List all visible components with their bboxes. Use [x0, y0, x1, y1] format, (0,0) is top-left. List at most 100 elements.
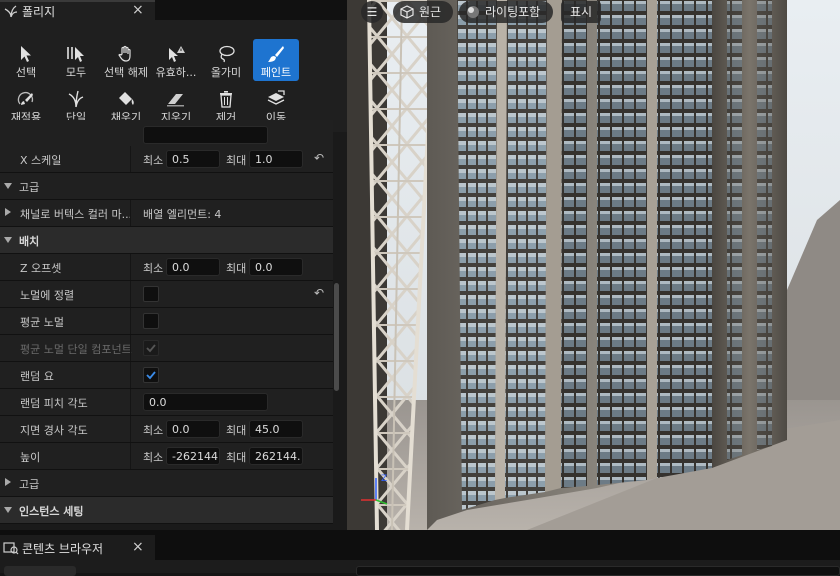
trash-icon [220, 91, 232, 108]
close-icon[interactable]: × [132, 2, 144, 18]
vertex-color-label: 채널로 버텍스 컬러 마... [20, 208, 133, 221]
align-to-normal-checkbox[interactable] [143, 286, 159, 302]
row-vertex-color-mask[interactable]: 채널로 버텍스 컬러 마... 배열 엘리먼트: 4 [0, 200, 333, 227]
lighting-label: 라이팅포함 [485, 5, 541, 19]
random-pitch-label: 랜덤 피치 각도 [20, 397, 88, 410]
average-normal-single-label: 평균 노멀 단일 컴포넌트 [20, 343, 132, 356]
height-min-input[interactable]: -262144 [166, 447, 220, 465]
move-layers-icon [267, 90, 285, 105]
row-average-normal: 평균 노멀 [0, 308, 333, 335]
checkmark-icon [146, 344, 156, 353]
ground-slope-max-input[interactable]: 45.0 [249, 420, 303, 438]
bucket-icon [119, 92, 134, 105]
tool-invalid[interactable]: 유효하... [153, 39, 199, 81]
cube-icon [400, 5, 414, 19]
menu-icon: ☰ [366, 5, 378, 19]
x-scale-min-input[interactable]: 0.5 [166, 150, 220, 168]
foliage-toolbar: 선택 모두 선택 해제 유효하... 올가미 페인트 재적용 단일 채우기 지우… [0, 20, 347, 132]
placement-label: 배치 [19, 235, 40, 248]
reset-icon[interactable]: ↶ [314, 151, 324, 165]
advanced-label: 고급 [19, 478, 40, 491]
expand-arrow-icon [4, 507, 12, 513]
content-browser-title: 콘텐츠 브라우저 [22, 542, 104, 556]
array-elements-value: 배열 엘리먼트: 4 [143, 208, 222, 221]
tab-content-browser[interactable]: 콘텐츠 브라우저 × [0, 535, 155, 560]
tool-lasso[interactable]: 올가미 [203, 39, 249, 81]
content-browser-toolbar [0, 560, 840, 576]
max-label: 최대 [226, 154, 247, 167]
x-scale-label: X 스케일 [20, 154, 62, 167]
row-height: 높이 최소 -262144 최대 262144. [0, 443, 333, 470]
ground-slope-min-input[interactable]: 0.0 [166, 420, 220, 438]
grass-icon [68, 90, 84, 108]
tool-paint[interactable]: 페인트 [253, 39, 299, 81]
category-instance-settings[interactable]: 인스턴스 세팅 [0, 497, 333, 524]
category-placement[interactable]: 배치 [0, 227, 333, 254]
show-label: 표시 [570, 5, 593, 19]
expand-arrow-icon [4, 183, 12, 189]
max-label: 최대 [226, 262, 247, 275]
details-row-partial [0, 120, 333, 147]
section-advanced-2[interactable]: 고급 [0, 470, 333, 497]
row-average-normal-single: 평균 노멀 단일 컴포넌트 [0, 335, 333, 362]
row-align-to-normal: 노멀에 정렬 ↶ [0, 281, 333, 308]
height-label: 높이 [20, 451, 41, 464]
gizmo-z-label: Z [381, 474, 387, 484]
foliage-panel: 폴리지 × 선택 모두 선택 해제 유효하... 올가미 페인트 재적용 단일 … [0, 0, 347, 530]
eraser-icon [167, 94, 184, 107]
reapply-brush-icon [17, 91, 34, 105]
foliage-icon [4, 4, 18, 21]
row-x-scale: X 스케일 최소 0.5 최대 1.0 ↶ [0, 146, 333, 173]
path-bar[interactable] [356, 566, 840, 576]
x-scale-max-input[interactable]: 1.0 [249, 150, 303, 168]
section-advanced[interactable]: 고급 [0, 173, 333, 200]
paintbrush-icon [268, 46, 284, 62]
reset-icon[interactable]: ↶ [314, 286, 324, 300]
tab-title: 폴리지 [22, 5, 56, 19]
details-scrollbar[interactable] [334, 283, 339, 391]
row-ground-slope: 지면 경사 각도 최소 0.0 최대 45.0 [0, 416, 333, 443]
min-label: 최소 [143, 262, 164, 275]
average-normal-label: 평균 노멀 [20, 316, 64, 329]
lighting-mode-button[interactable]: 라이팅포함 [459, 1, 553, 23]
random-pitch-input[interactable]: 0.0 [143, 393, 268, 411]
row-z-offset: Z 오프셋 최소 0.0 최대 0.0 [0, 254, 333, 281]
cursor-icon [21, 46, 31, 62]
close-icon[interactable]: × [132, 539, 144, 555]
max-label: 최대 [226, 451, 247, 464]
lasso-icon [219, 45, 235, 63]
content-browser-icon [3, 542, 19, 555]
select-all-icon [67, 47, 84, 62]
tab-foliage[interactable]: 폴리지 × [0, 0, 155, 20]
perspective-button[interactable]: 원근 [393, 1, 453, 23]
height-max-input[interactable]: 262144. [249, 447, 303, 465]
expand-arrow-icon [4, 237, 12, 243]
advanced-label: 고급 [19, 181, 40, 194]
lit-sphere-icon [467, 6, 479, 18]
z-offset-min-input[interactable]: 0.0 [166, 258, 220, 276]
min-label: 최소 [143, 424, 164, 437]
tool-all[interactable]: 모두 [53, 39, 99, 81]
add-button[interactable] [4, 566, 76, 576]
partial-field[interactable] [143, 126, 268, 144]
show-button[interactable]: 표시 [561, 1, 601, 23]
tool-deselect[interactable]: 선택 해제 [103, 39, 149, 81]
max-label: 최대 [226, 424, 247, 437]
random-yaw-checkbox[interactable] [143, 367, 159, 383]
z-offset-max-input[interactable]: 0.0 [249, 258, 303, 276]
min-label: 최소 [143, 451, 164, 464]
collapse-arrow-icon [5, 478, 11, 486]
align-to-normal-label: 노멀에 정렬 [20, 289, 75, 302]
row-random-yaw: 랜덤 요 [0, 362, 333, 389]
random-yaw-label: 랜덤 요 [20, 370, 54, 383]
min-label: 최소 [143, 154, 164, 167]
viewport-scene: Z [347, 0, 840, 530]
perspective-label: 원근 [419, 5, 442, 19]
viewport-menu-button[interactable]: ☰ [361, 1, 383, 23]
average-normal-single-checkbox[interactable] [143, 340, 159, 356]
level-viewport[interactable]: Z ☰ 원근 라이팅포함 표시 [347, 0, 840, 530]
average-normal-checkbox[interactable] [143, 313, 159, 329]
hand-icon [118, 45, 131, 62]
ground-slope-label: 지면 경사 각도 [20, 424, 88, 437]
tool-select[interactable]: 선택 [3, 39, 49, 81]
